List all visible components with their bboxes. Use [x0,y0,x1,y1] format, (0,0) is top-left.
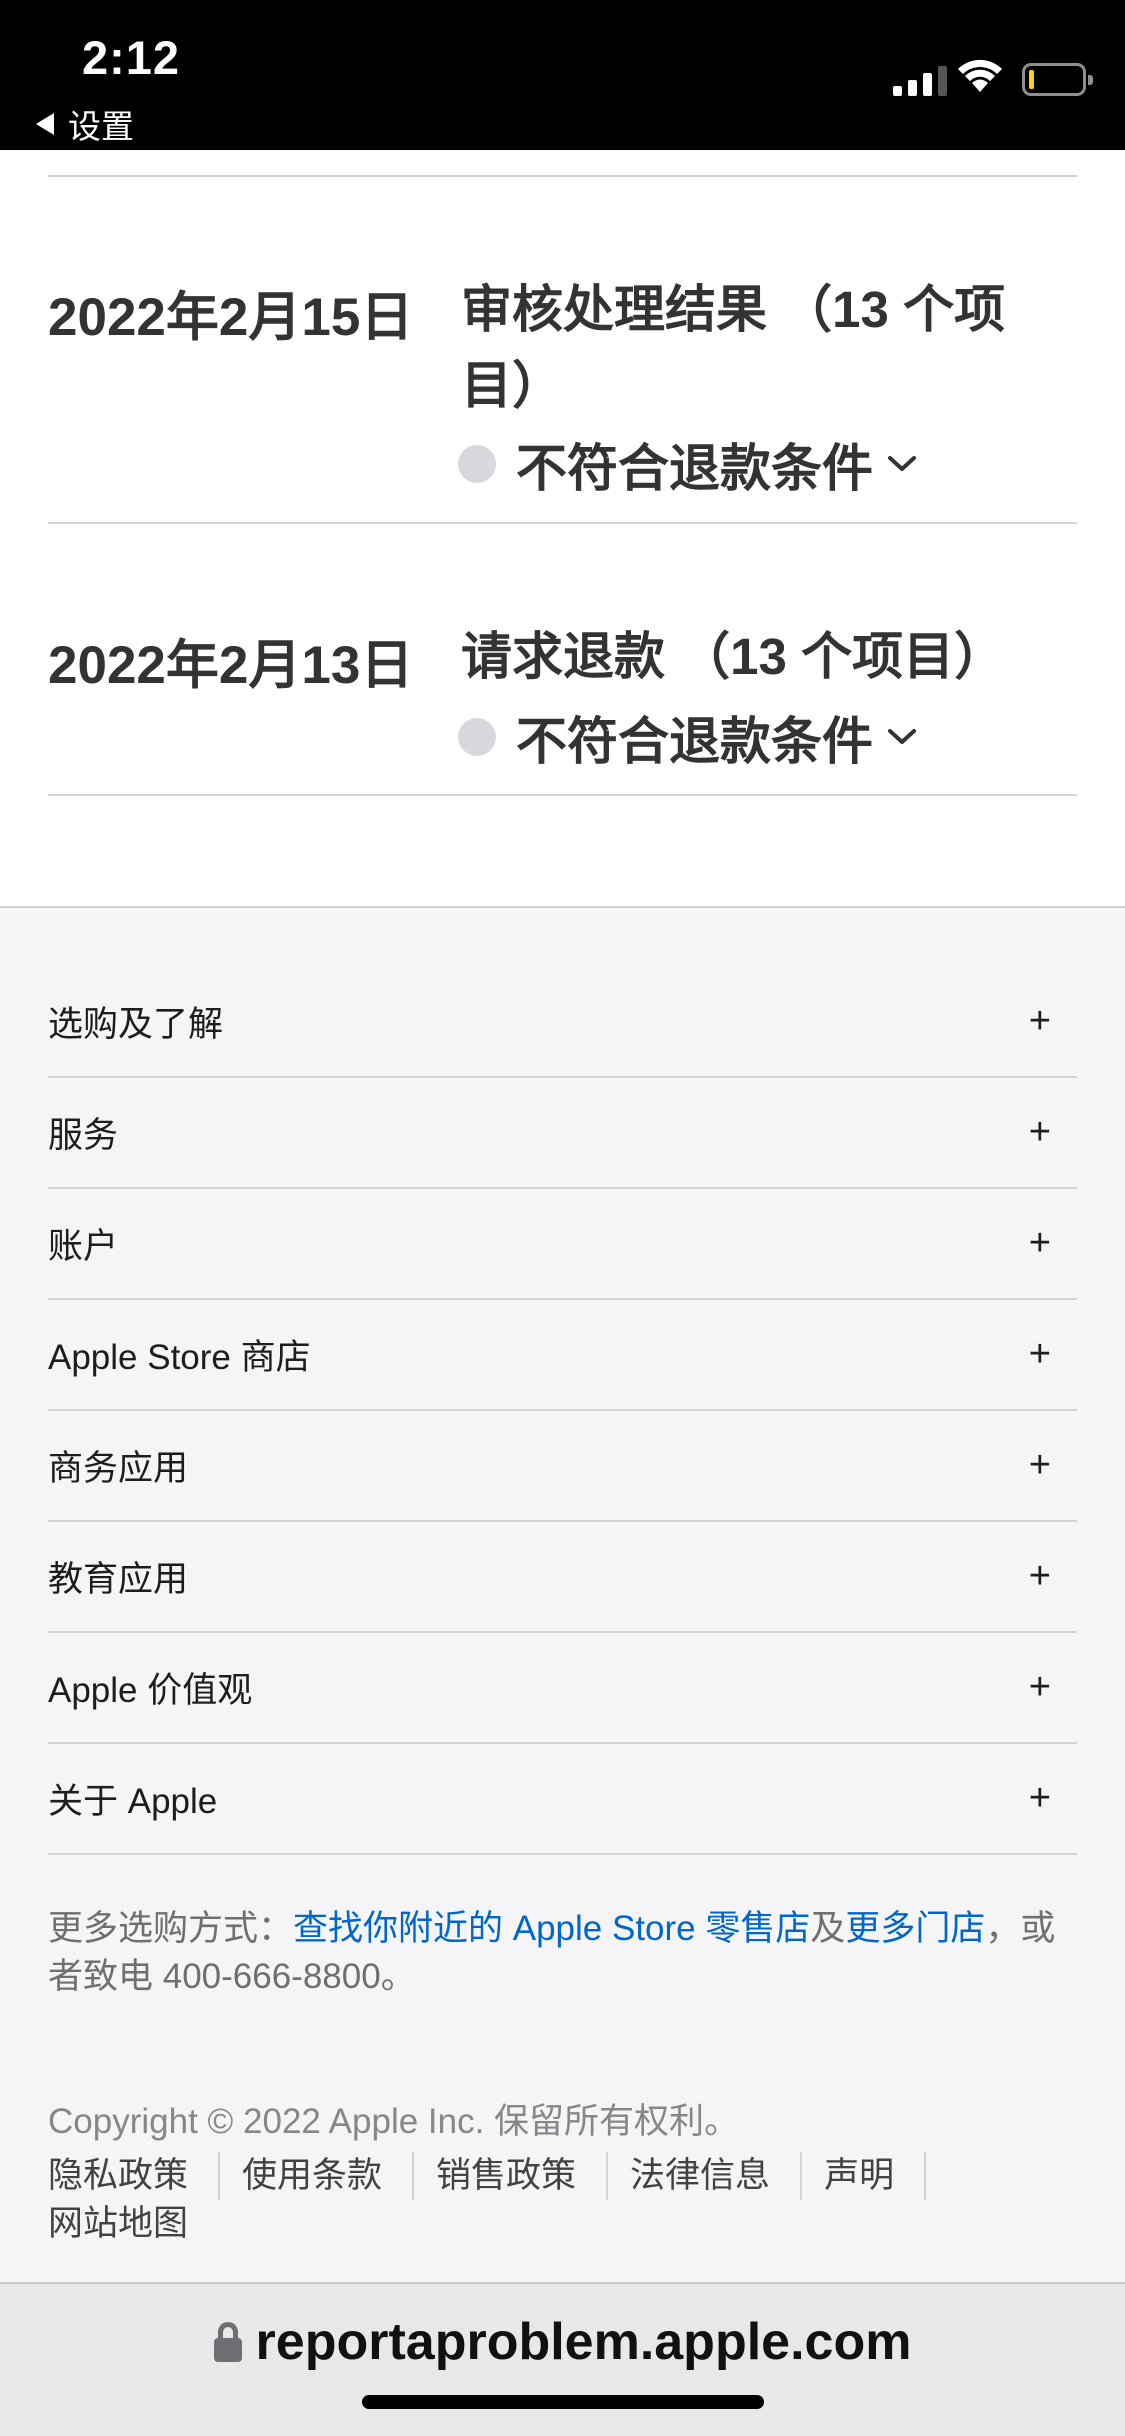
back-label: 设置 [68,108,134,145]
footer-accordion-account[interactable]: 账户 + [48,1189,1077,1300]
sales-policy-link[interactable]: 销售政策 [436,2152,609,2200]
status-label: 不符合退款条件 [516,713,874,770]
more-stores-link[interactable]: 更多门店 [845,1909,985,1948]
entry-title: 审核处理结果 （13 个项目） [461,281,1006,414]
plus-icon: + [1028,1777,1051,1819]
entry-date: 2022年2月15日 [48,288,414,347]
footer-accordion-shop-and-learn[interactable]: 选购及了解 + [48,967,1077,1078]
entry-title: 请求退款 （13 个项目） [461,628,1006,685]
divider [48,175,1077,177]
terms-of-use-link[interactable]: 使用条款 [242,2152,415,2200]
legal-info-link[interactable]: 法律信息 [630,2152,803,2200]
privacy-policy-link[interactable]: 隐私政策 [48,2152,221,2200]
accordion-label: 商务应用 [48,1449,189,1488]
footer-accordion-apple-store[interactable]: Apple Store 商店 + [48,1300,1077,1411]
url-display[interactable]: reportaproblem.apple.com [0,2312,1125,2372]
more-ways-prefix: 更多选购方式： [48,1909,294,1948]
plus-icon: + [1028,1555,1051,1597]
divider [48,522,1077,524]
plus-icon: + [1028,1666,1051,1708]
accordion-label: 教育应用 [48,1560,189,1599]
footer-accordion-services[interactable]: 服务 + [48,1078,1077,1189]
lock-icon [213,2322,242,2362]
accordion-label: 关于 Apple [48,1782,218,1821]
status-label: 不符合退款条件 [516,440,874,497]
accordion-label: 服务 [48,1116,119,1155]
plus-icon: + [1028,1444,1051,1486]
back-triangle-icon [36,113,54,135]
status-dropdown[interactable]: 不符合退款条件 [458,700,917,774]
plus-icon: + [1028,1111,1051,1153]
browser-address-bar[interactable]: reportaproblem.apple.com [0,2282,1125,2436]
accordion-label: Apple Store 商店 [48,1338,311,1377]
plus-icon: + [1028,1000,1051,1042]
footer-accordion-business[interactable]: 商务应用 + [48,1411,1077,1522]
cellular-signal-icon [893,62,947,96]
find-store-link[interactable]: 查找你附近的 Apple Store 零售店 [293,1909,810,1948]
accordion-label: Apple 价值观 [48,1671,253,1710]
entry-date: 2022年2月13日 [48,636,414,695]
status-dot-icon [458,445,496,483]
battery-icon [1022,63,1093,96]
wifi-icon [958,59,1002,92]
accordion-label: 账户 [48,1227,119,1266]
accordion-label: 选购及了解 [48,1005,224,1044]
plus-icon: + [1028,1333,1051,1375]
divider [48,794,1077,796]
status-dot-icon [458,718,496,756]
status-bar: 2:12 设置 [0,0,1125,150]
back-to-settings-button[interactable]: 设置 [36,100,134,148]
status-dropdown[interactable]: 不符合退款条件 [458,427,917,501]
footer-accordion-apple-values[interactable]: Apple 价值观 + [48,1633,1077,1744]
more-ways-to-shop: 更多选购方式：查找你附近的 Apple Store 零售店及更多门店，或者致电 … [48,1905,1058,2001]
url-text: reportaproblem.apple.com [255,2313,912,2371]
footer-accordion-about-apple[interactable]: 关于 Apple + [48,1744,1077,1855]
footer-accordion-education[interactable]: 教育应用 + [48,1522,1077,1633]
statement-link[interactable]: 声明 [824,2152,927,2200]
status-time: 2:12 [82,31,181,84]
chevron-down-icon [888,729,917,744]
home-indicator[interactable] [362,2395,764,2409]
legal-links: 隐私政策 使用条款 销售政策 法律信息 声明 网站地图 [48,2152,1058,2248]
copyright: Copyright © 2022 Apple Inc. 保留所有权利。 [48,2102,740,2141]
more-ways-middle: 及 [810,1909,846,1948]
chevron-down-icon [888,456,917,471]
plus-icon: + [1028,1222,1051,1264]
site-map-link[interactable]: 网站地图 [48,2200,1058,2248]
